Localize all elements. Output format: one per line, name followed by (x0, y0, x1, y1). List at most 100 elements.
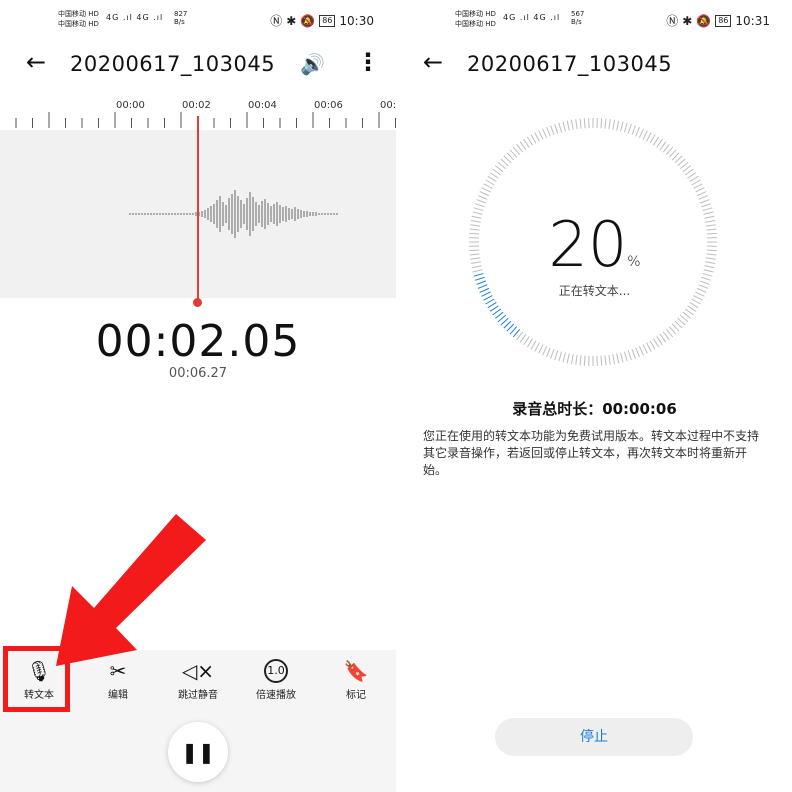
network-speed-unit: B/s (174, 18, 185, 26)
speaker-icon[interactable]: 🔊 (300, 52, 325, 76)
progress-tick (485, 298, 495, 305)
progress-tick (695, 187, 705, 193)
back-arrow-icon[interactable]: ← (423, 50, 443, 74)
progress-tick (682, 311, 692, 319)
progress-tick (526, 136, 534, 146)
stop-button[interactable]: 停止 (495, 718, 693, 756)
progress-tick (631, 125, 636, 136)
progress-tick (583, 118, 586, 129)
signal-icon: 4G .ıl 4G .ıl (503, 13, 561, 22)
progress-tick (570, 119, 574, 130)
carrier-label: 中国移动 HD (58, 10, 99, 18)
playback-speed-icon: 1.0 (264, 659, 288, 683)
progress-tick (646, 132, 652, 142)
progress-tick (631, 348, 636, 359)
carrier-label: 中国移动 HD (455, 20, 496, 28)
progress-tick (699, 199, 710, 204)
progress-tick (682, 165, 692, 173)
progress-tick (516, 331, 524, 341)
progress-tick (680, 314, 689, 323)
tool-label: 标记 (346, 690, 366, 701)
total-time: 00:06.27 (168, 366, 228, 381)
pause-button[interactable]: ❚❚ (168, 722, 228, 782)
progress-tick (684, 168, 694, 176)
progress-tick (479, 191, 490, 197)
clock: 10:31 (735, 13, 770, 28)
bookmark-icon: 🔖 (343, 659, 369, 683)
battery-icon: 86 (319, 14, 336, 27)
progress-tick (623, 122, 628, 133)
progress-tick (649, 134, 656, 144)
progress-tick (635, 347, 640, 358)
progress-tick (575, 119, 578, 130)
progress-tick (477, 195, 488, 200)
playhead[interactable] (197, 116, 199, 304)
progress-tick (659, 333, 667, 343)
progress-tick (566, 353, 570, 364)
progress-tick (608, 119, 611, 130)
progress-tick (506, 323, 515, 332)
percent-symbol: % (627, 254, 641, 270)
progress-tick (534, 342, 540, 352)
progress-tick (623, 351, 628, 362)
progress-tick (646, 342, 652, 352)
progress-tick (512, 329, 521, 338)
progress-tick (579, 355, 582, 366)
progress-tick (489, 172, 499, 179)
progress-tick (689, 301, 699, 309)
progress-tick (526, 338, 534, 348)
carrier-label: 中国移动 HD (455, 10, 496, 18)
progress-tick (616, 120, 620, 131)
progress-tick (534, 132, 540, 142)
nfc-icon: Ⓝ (270, 14, 283, 28)
progress-tick (674, 320, 683, 329)
progress-tick (509, 326, 518, 335)
progress-tick (570, 354, 574, 365)
nfc-icon: Ⓝ (666, 14, 679, 28)
progress-tick (677, 158, 686, 167)
progress-tick (627, 350, 632, 361)
annotation-arrow (56, 514, 206, 666)
progress-tick (512, 146, 521, 155)
progress-tick (500, 317, 509, 326)
progress-tick (638, 345, 644, 356)
progress-tick (604, 118, 607, 129)
progress-tick (652, 136, 660, 146)
bluetooth-icon: ✱ (286, 13, 297, 28)
progress-tick (566, 120, 570, 131)
recording-title: 20200617_103045 (467, 52, 673, 76)
playhead-handle[interactable] (193, 298, 202, 307)
progress-tick (487, 175, 497, 183)
progress-tick (554, 350, 559, 361)
progress-tick (500, 158, 509, 167)
progress-tick (662, 331, 670, 341)
progress-tick (562, 352, 566, 363)
status-bar: 中国移动 HD 中国移动 HD 4G .ıl 4G .ıl 567 B/s Ⓝ … (397, 0, 792, 38)
progress-tick (662, 143, 670, 153)
progress-tick (546, 126, 551, 137)
progress-tick (616, 353, 620, 364)
back-arrow-icon[interactable]: ← (26, 50, 46, 74)
progress-tick (492, 308, 502, 316)
progress-tick (579, 118, 582, 129)
progress-tick (489, 305, 499, 312)
progress-tick (558, 351, 563, 362)
progress-percent: 20% (397, 208, 792, 281)
network-speed-unit: B/s (571, 18, 582, 26)
progress-tick (509, 149, 518, 158)
progress-tick (562, 121, 566, 132)
progress-tick (575, 354, 578, 365)
progress-tick (604, 355, 607, 366)
progress-tick (671, 323, 680, 332)
bookmark-button[interactable]: 🔖 标记 (321, 658, 391, 701)
more-options-icon[interactable]: ⋮ (356, 48, 380, 76)
progress-tick (546, 347, 551, 358)
progress-tick (612, 119, 616, 130)
progress-tick (503, 155, 512, 164)
progress-tick (600, 355, 603, 366)
progress-tick (506, 152, 515, 161)
progress-tick (665, 146, 674, 155)
progress-value: 20 (548, 208, 628, 281)
progress-tick (523, 336, 530, 346)
progress-tick (600, 118, 603, 129)
